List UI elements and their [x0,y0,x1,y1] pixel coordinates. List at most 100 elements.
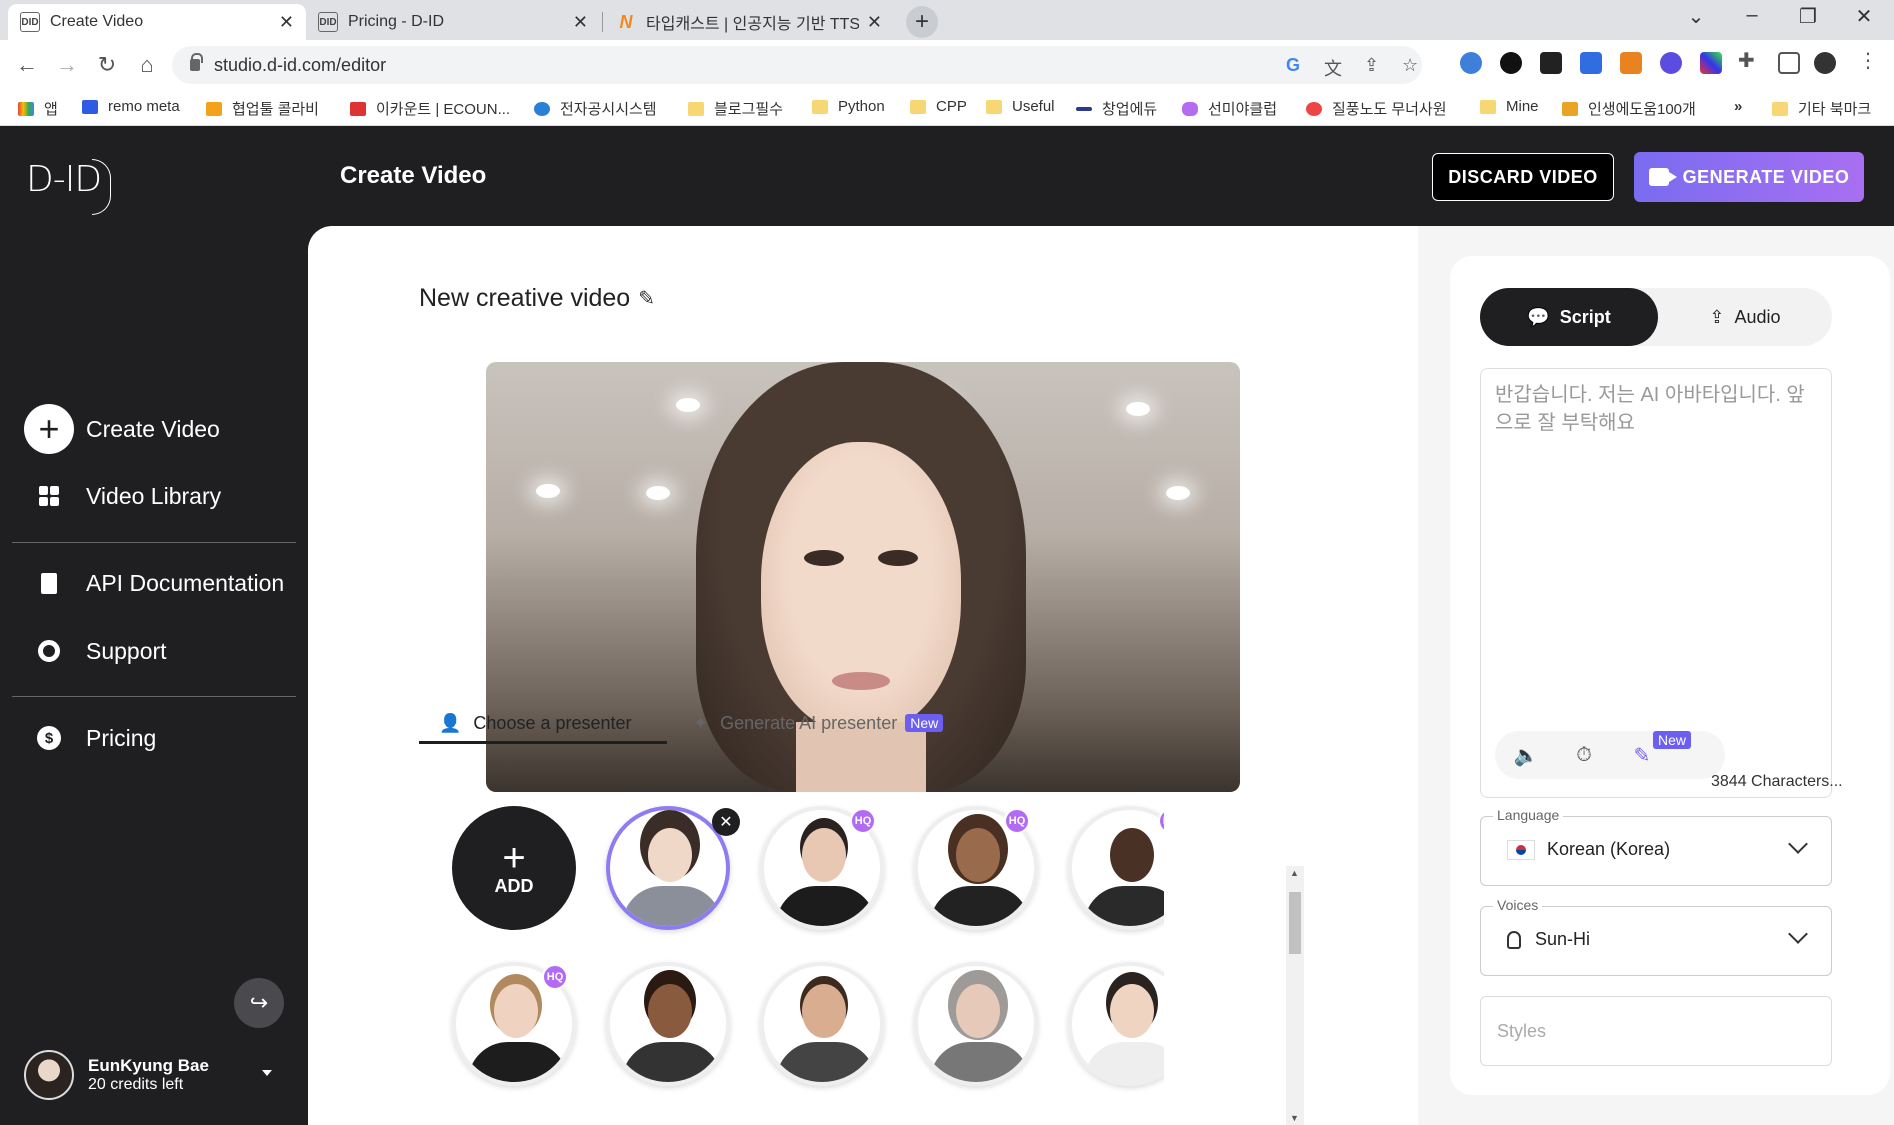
scroll-up-icon[interactable]: ▲ [1290,868,1299,878]
browser-tab-typecast[interactable]: N 타입캐스트 | 인공지능 기반 TTS ✕ [604,4,894,40]
sidebar-item-pricing[interactable]: $ Pricing [24,713,156,763]
browser-tab-create-video[interactable]: DID Create Video ✕ [8,4,306,40]
timer-icon[interactable]: ⏱ [1569,740,1599,770]
sidebar-item-create-video[interactable]: + Create Video [24,404,220,454]
extension-icon[interactable] [1660,52,1682,74]
presenter-man-3[interactable] [760,962,884,1086]
speaker-icon[interactable]: 🔈 [1511,740,1541,770]
person-icon: 👤 [439,712,462,733]
address-bar[interactable]: studio.d-id.com/editor G 文 ⇪ ☆ [172,46,1422,84]
startup-edu-icon [1076,106,1092,111]
script-placeholder: 반갑습니다. 저는 AI 아바타입니다. 앞으로 잘 부탁해요 [1495,384,1805,434]
folder-icon [910,99,926,114]
bookmark-item[interactable]: 앱 [18,98,58,119]
scrollbar-thumb[interactable] [1289,892,1301,954]
bookmark-item[interactable]: 전자공시시스템 [534,98,657,119]
tab-search-icon[interactable]: ⌄ [1676,4,1716,29]
restore-icon[interactable]: ❐ [1788,4,1828,29]
minimize-icon[interactable]: – [1732,4,1772,27]
extension-icon[interactable] [1540,52,1562,74]
discard-video-button[interactable]: DISCARD VIDEO [1432,153,1614,201]
lifebuoy-icon [24,626,74,676]
sidebar-item-api-documentation[interactable]: API Documentation [24,558,284,608]
presenter-woman-4[interactable] [914,962,1038,1086]
generate-video-label: GENERATE VIDEO [1682,166,1850,187]
forward-icon[interactable]: → [52,50,82,80]
dart-icon [534,101,550,116]
close-tab-icon[interactable]: ✕ [279,12,294,33]
extension-icon[interactable] [1580,52,1602,74]
extension-icon[interactable] [1700,52,1722,74]
scroll-down-icon[interactable]: ▼ [1290,1113,1299,1123]
presenter-woman-3[interactable] [606,962,730,1086]
presenter-man-2[interactable] [1068,806,1164,930]
bookmark-item[interactable]: 이카운트 | ECOUN... [350,98,510,119]
document-icon [24,558,74,608]
bookmark-item[interactable]: Python [812,98,885,115]
bookmark-item[interactable]: Useful [986,98,1055,115]
video-title[interactable]: New creative video ✎ [419,284,655,313]
share-arrow-button[interactable]: ↪ [234,978,284,1028]
close-tab-icon[interactable]: ✕ [573,12,588,33]
bookmark-item[interactable]: remo meta [82,98,180,115]
translate-icon[interactable]: 文 [1324,55,1342,81]
puzzle-icon[interactable]: ✚ [1738,48,1760,72]
user-menu-caret-icon[interactable] [262,1070,272,1076]
d-id-logo[interactable]: D-ID [26,159,112,215]
tab-script[interactable]: 💬 Script [1480,288,1658,346]
extension-icon[interactable] [1500,52,1522,74]
styles-select[interactable]: Styles [1480,996,1832,1066]
url-text: studio.d-id.com/editor [214,54,387,75]
tab-generate-ai-presenter[interactable]: ✦ Generate AI presenter New [693,700,944,746]
bookmark-item[interactable]: CPP [910,98,967,115]
bookmark-star-icon[interactable]: ☆ [1402,55,1418,76]
browser-tab-strip: DID Create Video ✕ DID Pricing - D-ID ✕ … [0,0,1894,40]
bookmark-item[interactable]: 질풍노도 무너사원 [1306,98,1447,119]
new-tab-button[interactable]: + [906,6,938,38]
sidebar-item-label: API Documentation [86,569,285,596]
d-id-favicon-icon: DID [20,12,40,32]
sidebar-item-support[interactable]: Support [24,626,167,676]
back-icon[interactable]: ← [12,50,42,80]
reload-icon[interactable]: ↻ [92,50,122,80]
folder-icon [986,99,1002,114]
app-header: Create Video DISCARD VIDEO GENERATE VIDE… [308,126,1894,226]
presenter-gallery: + ADD ✕ HQ HQ HQ HQ [444,798,1164,1125]
tab-title: Pricing - D-ID [348,13,445,30]
pencil-icon[interactable]: ✎ [638,286,655,311]
extension-icon[interactable] [1460,52,1482,74]
remove-presenter-icon[interactable]: ✕ [712,808,740,836]
generate-video-button[interactable]: GENERATE VIDEO [1634,152,1864,202]
script-textarea[interactable]: 반갑습니다. 저는 AI 아바타입니다. 앞으로 잘 부탁해요 🔈 ⏱ ✎ Ne… [1480,368,1843,798]
bookmark-item[interactable]: 블로그필수 [688,98,783,119]
user-profile[interactable]: EunKyung Bae 20 credits left [24,1050,209,1100]
share-icon[interactable]: ⇪ [1364,55,1379,76]
tab-choose-presenter[interactable]: 👤 Choose a presenter [439,700,632,746]
voice-select[interactable]: Voices Sun-Hi [1480,897,1832,976]
sidebar-divider [12,696,296,697]
metamask-icon[interactable] [1620,52,1642,74]
gallery-scrollbar[interactable]: ▲ ▼ [1286,866,1304,1125]
close-window-icon[interactable]: ✕ [1844,4,1884,29]
bookmark-item[interactable]: 기타 북마크 [1772,98,1871,119]
side-panel-icon[interactable] [1778,52,1800,74]
language-select[interactable]: Language Korean (Korea) [1480,807,1832,886]
bookmark-item[interactable]: 선미야클럽 [1182,98,1277,119]
menu-kebab-icon[interactable]: ⋮ [1858,48,1880,72]
bookmark-item[interactable]: Mine [1480,98,1539,115]
presenter-woman-5[interactable] [1068,962,1164,1086]
add-presenter-button[interactable]: + ADD [452,806,576,930]
bookmarks-overflow-button[interactable]: » [1734,98,1742,115]
sidebar-item-video-library[interactable]: Video Library [24,471,221,521]
tab-audio[interactable]: ⇪ Audio [1658,288,1832,346]
bookmark-item[interactable]: 협업툴 콜라비 [206,98,319,119]
profile-avatar-icon[interactable] [1814,52,1836,74]
google-icon[interactable]: G [1286,55,1300,76]
grid-icon [24,471,74,521]
bookmark-item[interactable]: 인생에도움100개 [1562,98,1696,119]
dollar-icon: $ [24,713,74,763]
browser-tab-pricing[interactable]: DID Pricing - D-ID ✕ [306,4,600,40]
bookmark-item[interactable]: 창업에듀 [1076,98,1157,119]
close-tab-icon[interactable]: ✕ [867,12,882,33]
home-icon[interactable]: ⌂ [132,50,162,80]
